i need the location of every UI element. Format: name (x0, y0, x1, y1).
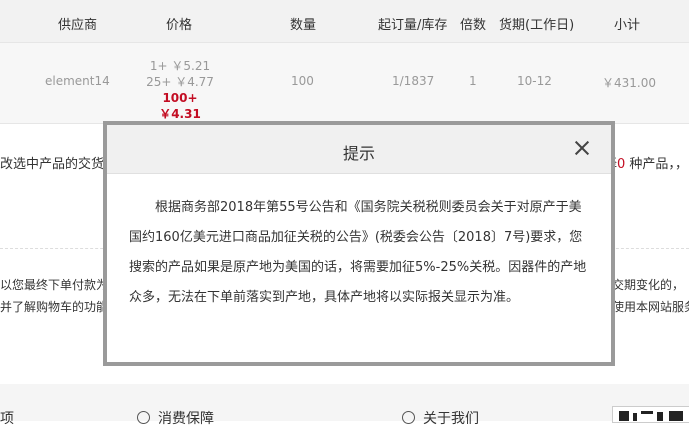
notice-right-suffix: 种产品， (625, 157, 675, 172)
header-quantity: 数量 (290, 18, 317, 33)
footer-item-1[interactable]: 项 (0, 408, 14, 428)
product-supplier[interactable]: element14 (45, 74, 110, 88)
footer-consumer-protection-label: 消费保障 (158, 411, 214, 427)
product-lead-time: 10-12 (517, 74, 552, 88)
cart-table-header: 供应商 价格 数量 起订量/库存 倍数 货期(工作日) 小计 (0, 0, 689, 43)
close-icon[interactable] (571, 137, 593, 159)
footer-about-us[interactable]: 关于我们 (402, 408, 479, 428)
notice-left-text: 改选中产品的交货地 (0, 157, 118, 172)
price-tier: 1+ ￥5.21 (149, 59, 211, 73)
footer: 项 消费保障 关于我们 (0, 384, 689, 427)
shield-icon (137, 411, 150, 424)
product-row: element14 1+ ￥5.21 25+ ￥4.77 100+ ￥4.31 … (0, 43, 689, 124)
info-icon (402, 411, 415, 424)
price-tier: 25+ ￥4.77 (146, 75, 214, 89)
dialog-title: 提示 (342, 144, 375, 163)
dialog-header: 提示 (107, 125, 611, 174)
product-moq-stock: 1/1837 (392, 74, 435, 88)
product-multiple: 1 (469, 74, 477, 88)
product-quantity[interactable]: 100 (291, 74, 314, 88)
price-tier-active: 100+ ￥4.31 (159, 91, 201, 121)
header-price: 价格 (166, 18, 193, 33)
notice-right-text: 择0 种产品，， (604, 153, 688, 172)
header-subtotal: 小计 (614, 18, 641, 33)
tariff-notice-dialog: 提示 根据商务部2018年第55号公告和《国务院关税税则委员会关于对原产于美国约… (103, 121, 615, 366)
footer-about-us-label: 关于我们 (423, 411, 479, 427)
terms-line1-right: 交期变化的， (612, 278, 685, 292)
header-lead-time: 货期(工作日) (499, 18, 575, 33)
footer-consumer-protection[interactable]: 消费保障 (137, 408, 214, 428)
dialog-message: 根据商务部2018年第55号公告和《国务院关税税则委员会关于对原产于美国约160… (129, 200, 587, 305)
qr-code-image (612, 406, 689, 423)
header-multiple: 倍数 (460, 18, 487, 33)
terms-line2-right: 使用本网站服务， (612, 300, 689, 314)
terms-line1-left: 以您最终下单付款为 (0, 278, 109, 292)
header-moq-stock: 起订量/库存 (378, 18, 448, 33)
header-supplier: 供应商 (58, 18, 98, 33)
product-subtotal: ￥431.00 (602, 76, 656, 90)
price-tiers: 1+ ￥5.21 25+ ￥4.77 100+ ￥4.31 (140, 58, 220, 122)
terms-line2-left: 并了解购物车的功能 (0, 300, 109, 314)
